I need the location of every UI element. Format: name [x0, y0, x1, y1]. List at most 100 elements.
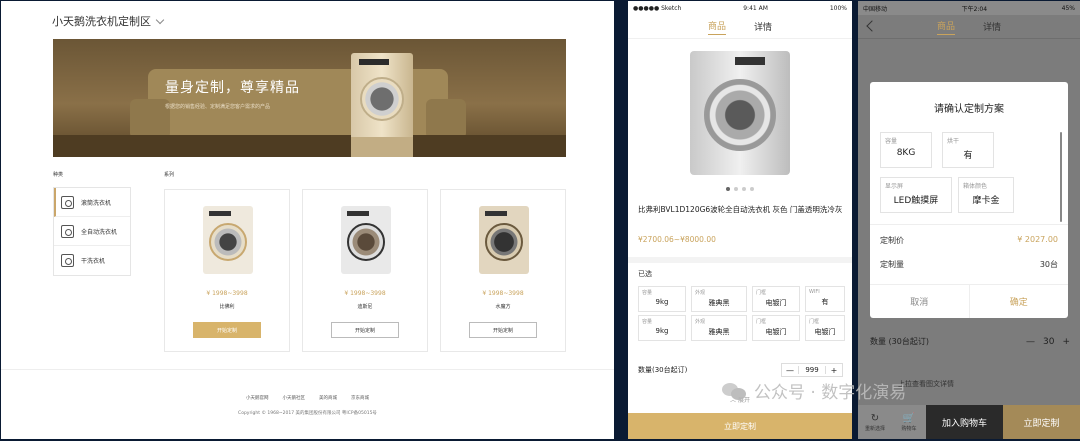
zone-selector[interactable]: 小天鹅洗衣机定制区	[52, 13, 165, 29]
product-price: ¥ 1998~3998	[206, 290, 248, 297]
cancel-button[interactable]: 取消	[870, 285, 970, 318]
option-label: 门框	[809, 319, 820, 325]
category-item-automatic[interactable]: 全自动洗衣机	[54, 217, 130, 246]
selected-label: 已选	[638, 270, 652, 278]
option-chip[interactable]: 外观 雅典黑	[691, 286, 747, 312]
option-value: 有	[963, 151, 973, 161]
decrement-button[interactable]: —	[782, 366, 798, 375]
dryer-icon	[61, 254, 74, 267]
category-label: 全自动洗衣机	[81, 228, 118, 236]
option-chip[interactable]: 门框电镀门	[752, 286, 800, 312]
option-value: 有	[821, 298, 829, 306]
quantity-value[interactable]: 999	[798, 366, 826, 374]
increment-button[interactable]: +	[826, 366, 842, 375]
product-name: 比佛利	[219, 304, 235, 310]
refresh-icon: ↻	[870, 412, 880, 424]
category-item-dryer[interactable]: 干洗衣机	[54, 246, 130, 275]
option-value: 雅典黑	[708, 328, 730, 336]
category-item-front-load[interactable]: 滚筒洗衣机	[54, 188, 130, 217]
option-label: 门框	[756, 290, 767, 296]
bottom-action-bar: ↻ 重新选择 🛒 购物车 加入购物车 立即定制	[858, 405, 1080, 439]
clock: 9:41 AM	[743, 4, 768, 12]
product-price: ¥ 1998~3998	[344, 290, 386, 297]
footer-links: 小天鹅官网 小天鹅社区 美的商城 京东商城	[1, 395, 614, 401]
back-icon[interactable]	[866, 20, 878, 32]
carousel-dot[interactable]	[726, 187, 730, 191]
tab-product[interactable]: 商品	[707, 19, 726, 35]
quantity-row: 定制量 30台	[880, 259, 1058, 270]
quantity-stepper: — 999 +	[781, 363, 843, 377]
option-chip[interactable]: 门框电镀门	[805, 315, 845, 341]
washer-image	[341, 206, 391, 274]
option-chip[interactable]: 容量 9kg	[638, 315, 686, 341]
option-chip[interactable]: WIFI 有	[805, 286, 845, 312]
hero-washer-image	[351, 53, 413, 157]
cart-button[interactable]: 🛒 购物车	[892, 405, 926, 439]
increment-button[interactable]: +	[1062, 337, 1070, 347]
option-value: 电镀门	[765, 299, 787, 307]
screenshot-root: 小天鹅洗衣机定制区 量身定制，尊享精品 根据您的销售经验、定制满足您客户需求的产…	[0, 0, 1080, 441]
status-bar: 中国移动 下午2:04 45%	[858, 1, 1080, 15]
option-value: 电镀门	[765, 328, 787, 336]
scrollbar[interactable]	[1060, 132, 1062, 222]
option-chip[interactable]: 外观 雅典黑	[691, 315, 747, 341]
product-card-beverly: ¥ 1998~3998 比佛利 开始定制	[164, 189, 290, 352]
start-customize-button[interactable]: 开始定制	[331, 322, 399, 338]
option-label: WIFI	[809, 289, 820, 295]
dialog-title: 请确认定制方案	[934, 104, 1004, 115]
chevron-down-icon	[155, 15, 165, 24]
option-value: 8KG	[896, 148, 916, 158]
decrement-button[interactable]: —	[1026, 337, 1035, 347]
mobile-product-panel: ●●●●● Sketch 9:41 AM 100% 商品 详情 比弗利BVL1D…	[628, 1, 852, 439]
option-label: 容量	[885, 138, 898, 145]
quantity-row: 数量(30台起订) — 999 +	[638, 363, 843, 377]
option-label: 显示屏	[885, 183, 904, 190]
hero-subtitle: 根据您的销售经验、定制满足您客户需求的产品	[165, 104, 271, 110]
kind-label: 种类	[53, 172, 64, 178]
option-value: 9kg	[655, 327, 669, 335]
add-to-cart-button[interactable]: 加入购物车	[926, 405, 1003, 439]
floor-image	[53, 135, 566, 157]
carousel-dot[interactable]	[734, 187, 738, 191]
section-divider	[628, 257, 852, 263]
quantity-value[interactable]: 30	[1043, 337, 1054, 347]
product-image	[690, 51, 790, 175]
wechat-logo-icon	[722, 381, 748, 401]
option-value: 电镀门	[814, 328, 836, 336]
tab-detail[interactable]: 详情	[983, 20, 1001, 33]
footer-link[interactable]: 小天鹅官网	[246, 395, 269, 401]
page-footer: 小天鹅官网 小天鹅社区 美的商城 京东商城 Copyright © 1968~2…	[1, 369, 614, 439]
footer-link[interactable]: 京东商城	[351, 395, 369, 401]
start-customize-button[interactable]: 开始定制	[469, 322, 537, 338]
washer-icon	[61, 195, 74, 209]
hero-title: 量身定制，尊享精品	[165, 80, 300, 96]
option-label: 外观	[695, 290, 706, 296]
zone-title: 小天鹅洗衣机定制区	[52, 15, 151, 28]
carousel-dot[interactable]	[750, 187, 754, 191]
quantity-label: 数量(30台起订)	[638, 366, 688, 374]
quantity-label: 数量 (30台起订)	[870, 337, 929, 346]
battery: 100%	[829, 4, 847, 12]
option-grid: 容量 9kg 外观 雅典黑 门框 电镀门 WIFI 有 容量 9kg 外观 雅典黑 门框 电镀…	[638, 286, 848, 341]
customize-now-button[interactable]: 立即定制	[1003, 405, 1080, 439]
option-chip: 箱体颜色 摩卡金	[958, 177, 1014, 213]
carousel-dot[interactable]	[742, 187, 746, 191]
reselect-button[interactable]: ↻ 重新选择	[858, 405, 892, 439]
option-label: 门框	[756, 319, 767, 325]
footer-link[interactable]: 小天鹅社区	[283, 395, 306, 401]
price-label: 定制价	[880, 236, 904, 245]
carousel-dots	[628, 187, 852, 191]
customize-now-button[interactable]: 立即定制	[628, 413, 852, 439]
option-chip[interactable]: 门框电镀门	[752, 315, 800, 341]
confirm-button[interactable]: 确定	[970, 285, 1069, 318]
option-chip[interactable]: 容量 9kg	[638, 286, 686, 312]
option-label: 外观	[695, 319, 706, 325]
status-bar: ●●●●● Sketch 9:41 AM 100%	[628, 1, 852, 15]
footer-link[interactable]: 美的商城	[319, 395, 337, 401]
tab-detail[interactable]: 详情	[754, 20, 772, 33]
background-quantity-row: 数量 (30台起订) — 30 +	[870, 336, 1070, 347]
pull-up-hint: 上拉查看图文详情	[898, 380, 954, 388]
option-label: 容量	[642, 290, 653, 296]
tab-product[interactable]: 商品	[936, 19, 955, 35]
start-customize-button[interactable]: 开始定制	[193, 322, 261, 338]
